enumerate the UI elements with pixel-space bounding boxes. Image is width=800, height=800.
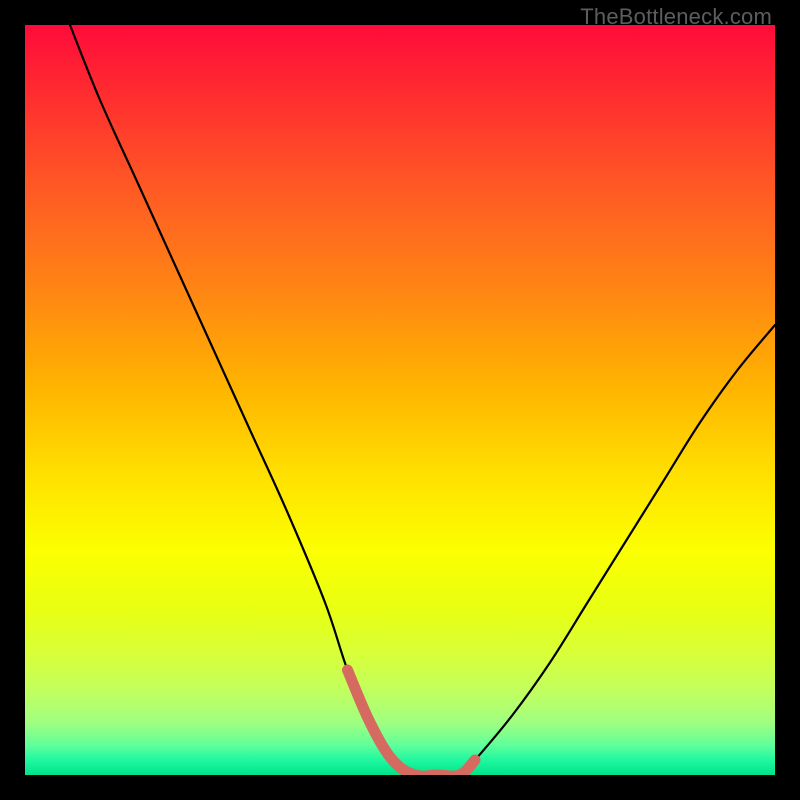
highlight-segment xyxy=(348,670,476,775)
plot-area xyxy=(25,25,775,775)
chart-frame: TheBottleneck.com xyxy=(0,0,800,800)
bottleneck-curve xyxy=(70,25,775,775)
curve-svg xyxy=(25,25,775,775)
